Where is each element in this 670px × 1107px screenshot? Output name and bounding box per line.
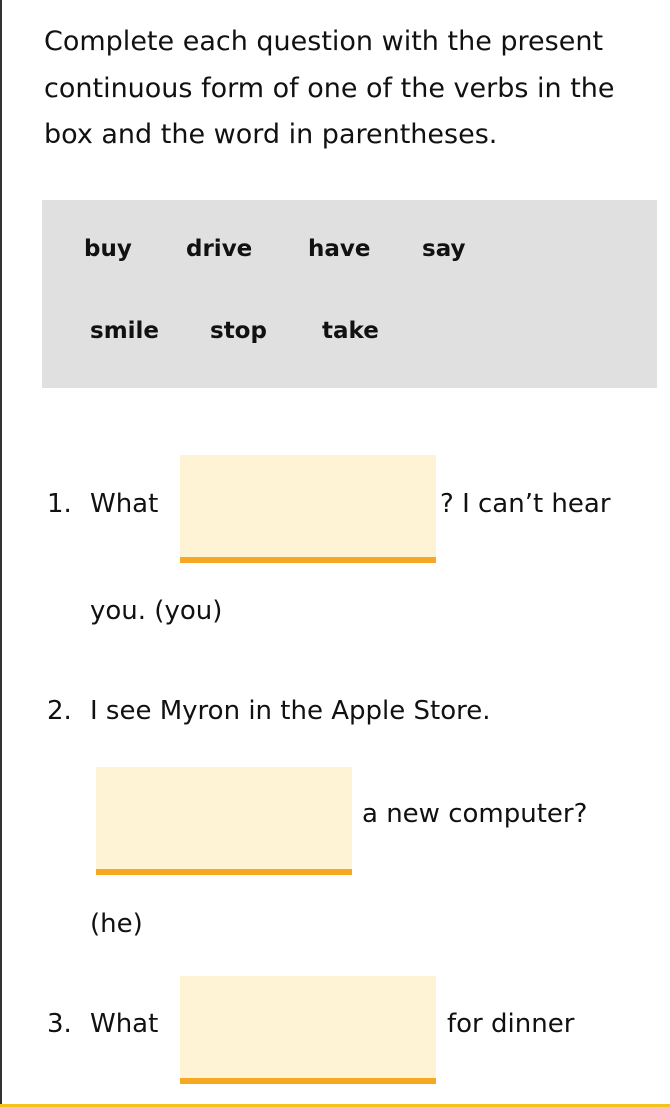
q2-answer-input[interactable] — [96, 767, 352, 875]
q1-after: ? I can’t hear — [440, 489, 611, 519]
q1-before: What — [90, 489, 159, 519]
q3-number: 3. — [47, 1009, 72, 1039]
q3-before: What — [90, 1009, 159, 1039]
q2-number: 2. — [47, 696, 72, 726]
instruction-line-3: box and the word in parentheses. — [44, 119, 498, 150]
q1-answer-input[interactable] — [180, 455, 436, 563]
word: drive — [186, 236, 253, 262]
word: stop — [210, 318, 267, 344]
q1-number: 1. — [47, 489, 72, 519]
word: smile — [90, 318, 160, 344]
q3-after: for dinner — [447, 1009, 575, 1039]
q2-after: a new computer? — [362, 799, 588, 829]
word: have — [308, 236, 371, 262]
word-box: buy drive have say smile stop take — [42, 200, 657, 388]
q3-answer-input[interactable] — [180, 976, 436, 1084]
word: say — [422, 236, 466, 262]
q2-line3: (he) — [90, 909, 143, 939]
word: take — [322, 318, 379, 344]
q1-line2: you. (you) — [90, 596, 223, 626]
q2-line1: I see Myron in the Apple Store. — [90, 696, 491, 726]
word: buy — [84, 236, 132, 262]
left-border — [0, 0, 2, 1107]
instruction-line-1: Complete each question with the present — [44, 26, 604, 57]
instruction-line-2: continuous form of one of the verbs in t… — [44, 73, 615, 104]
